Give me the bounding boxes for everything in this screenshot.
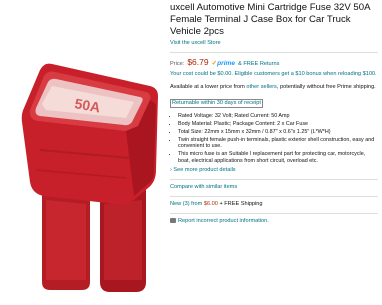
divider bbox=[170, 195, 378, 197]
availability-suffix: , potentially without free Prime shippin… bbox=[276, 83, 376, 90]
price: $6.79 bbox=[187, 57, 209, 67]
product-info: uxcell Automotive Mini Cartridge Fuse 32… bbox=[170, 2, 378, 224]
price-row: Price: $6.79 ✓prime & FREE Returns bbox=[170, 57, 378, 67]
availability-prefix: Available at a lower price from bbox=[170, 83, 247, 90]
availability-text: Available at a lower price from other se… bbox=[170, 84, 378, 92]
divider bbox=[170, 52, 378, 53]
free-returns-link[interactable]: & FREE Returns bbox=[238, 61, 279, 67]
other-sellers-link[interactable]: other sellers bbox=[246, 84, 276, 90]
fuse-image: 50A bbox=[21, 63, 158, 292]
divider bbox=[170, 178, 378, 180]
new-offers-price: $6.00 bbox=[203, 200, 218, 207]
feature-bullet: Twin straight female push-in terminals, … bbox=[178, 137, 378, 151]
feature-bullet: Total Size: 22mm x 15mm x 32mm / 0.87" x… bbox=[178, 129, 378, 136]
returnable-link[interactable]: Returnable within 30 days of receipt bbox=[170, 99, 263, 109]
feature-bullet: Rated Voltage: 32 Volt; Rated Current: 5… bbox=[178, 113, 378, 120]
price-label: Price: bbox=[170, 61, 185, 67]
report-icon bbox=[170, 218, 176, 224]
bonus-offer-link[interactable]: Your cost could be $0.00. Eligible custo… bbox=[170, 71, 378, 79]
prime-badge[interactable]: ✓prime bbox=[212, 59, 236, 67]
feature-bullet: This micro fuse is an Suitable l replace… bbox=[178, 151, 378, 165]
new-offers-shipping: + FREE Shipping bbox=[217, 200, 263, 207]
report-label: Report incorrect product information. bbox=[178, 217, 269, 224]
product-title: uxcell Automotive Mini Cartridge Fuse 32… bbox=[170, 2, 370, 37]
new-offers-link[interactable]: New (3) from bbox=[170, 201, 204, 207]
see-more-link[interactable]: › See more product details bbox=[170, 167, 378, 173]
report-link[interactable]: Report incorrect product information. bbox=[170, 218, 378, 224]
feature-bullets: Rated Voltage: 32 Volt; Rated Current: 5… bbox=[170, 113, 378, 165]
prime-label: prime bbox=[217, 60, 236, 67]
feature-bullet: Body Material: Plastic; Package Content:… bbox=[178, 121, 378, 128]
product-image[interactable]: 50A bbox=[0, 0, 164, 300]
new-offers: New (3) from $6.00 + FREE Shipping bbox=[170, 201, 378, 207]
compare-link[interactable]: Compare with similar items bbox=[170, 184, 378, 190]
store-link[interactable]: Visit the uxcell Store bbox=[170, 40, 378, 46]
divider bbox=[170, 212, 378, 214]
